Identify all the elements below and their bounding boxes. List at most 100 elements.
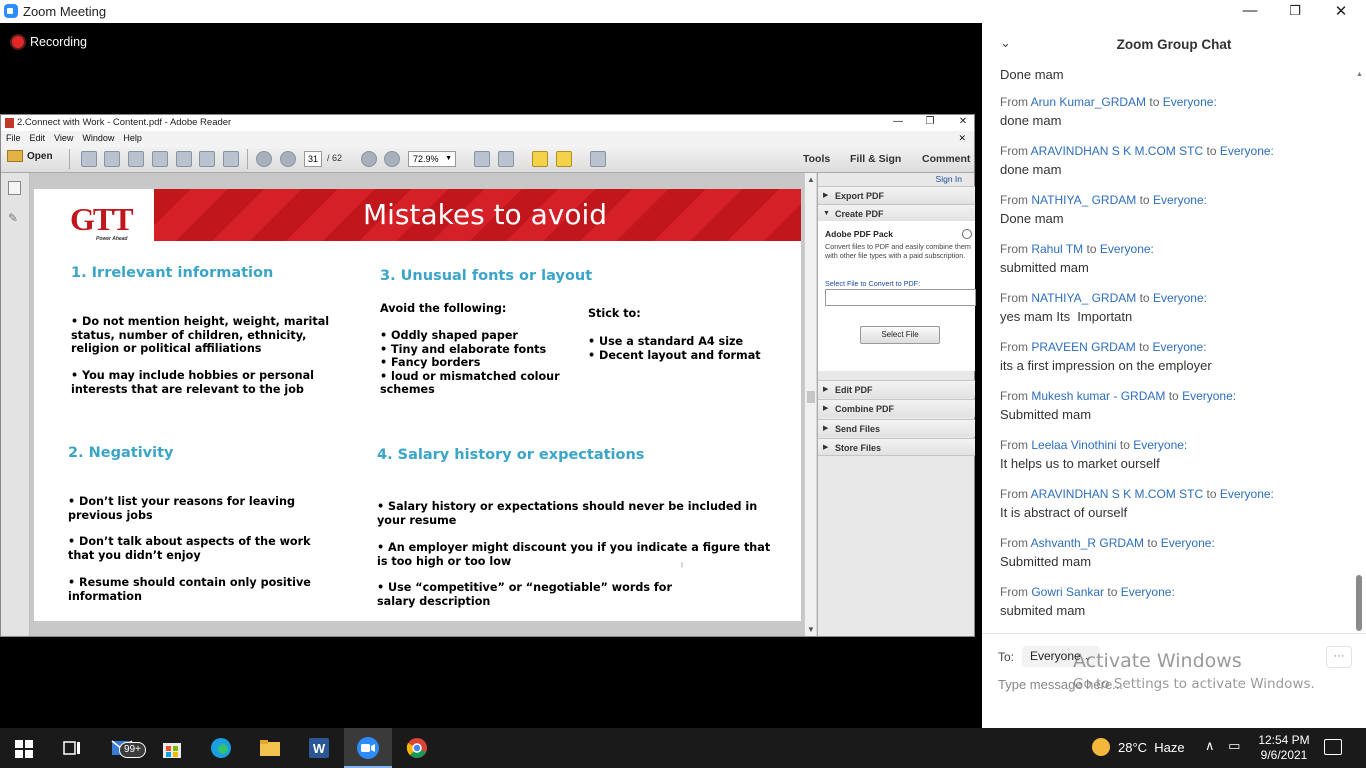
fit-page-icon[interactable] <box>474 151 490 167</box>
edit-pdf-label: Edit PDF <box>835 385 873 395</box>
combine-pdf-panel[interactable]: ▶ Combine PDF <box>818 399 975 417</box>
reader-restore-button[interactable]: ❐ <box>915 116 945 127</box>
zoom-taskbar-button[interactable] <box>344 728 392 768</box>
combine-icon[interactable] <box>104 151 120 167</box>
comment-button[interactable]: Comment <box>922 153 970 165</box>
zoom-out-icon[interactable] <box>361 151 377 167</box>
page-number-input[interactable]: 31 <box>304 151 322 167</box>
edit-pdf-panel[interactable]: ▶ Edit PDF <box>818 380 975 398</box>
tools-button[interactable]: Tools <box>803 153 830 165</box>
recipient-name[interactable]: Everyone: <box>1100 242 1154 256</box>
send-files-panel[interactable]: ▶ Send Files <box>818 419 975 437</box>
message-meta: From NATHIYA_ GRDAM to Everyone: <box>1000 290 1350 306</box>
menu-help[interactable]: Help <box>123 133 142 143</box>
document-scrollbar[interactable]: ▲ ▼ <box>804 173 816 636</box>
menu-window[interactable]: Window <box>82 133 114 143</box>
sender-name[interactable]: Arun Kumar_GRDAM <box>1031 95 1146 109</box>
start-button[interactable] <box>15 740 33 758</box>
scroll-down-icon[interactable]: ▼ <box>807 625 815 634</box>
select-file-button[interactable]: Select File <box>860 326 940 344</box>
sender-name[interactable]: Gowri Sankar <box>1031 585 1104 599</box>
recipient-name[interactable]: Everyone: <box>1220 487 1274 501</box>
recipient-name[interactable]: Everyone: <box>1163 95 1217 109</box>
recording-indicator[interactable]: Recording <box>12 35 87 49</box>
next-page-icon[interactable] <box>280 151 296 167</box>
previous-page-icon[interactable] <box>256 151 272 167</box>
zoom-level-select[interactable]: 72.9% ▼ <box>408 151 456 167</box>
fullscreen-icon[interactable] <box>590 151 606 167</box>
chevron-up-icon[interactable]: ∧ <box>1205 738 1215 753</box>
menu-view[interactable]: View <box>54 133 73 143</box>
page-thumbnails-icon[interactable] <box>8 181 21 195</box>
task-view-icon[interactable] <box>60 736 84 760</box>
close-document-icon[interactable]: ✕ <box>958 131 966 145</box>
chat-scroll-thumb[interactable] <box>1356 575 1362 631</box>
sender-name[interactable]: ARAVINDHAN S K M.COM STC <box>1031 487 1203 501</box>
weather-widget[interactable]: 28°C Haze <box>1092 738 1185 756</box>
file-path-field[interactable] <box>825 289 976 306</box>
store-files-panel[interactable]: ▶ Store Files <box>818 438 975 456</box>
sign-in-link[interactable]: Sign In <box>936 174 962 184</box>
menu-file[interactable]: File <box>6 133 21 143</box>
sender-name[interactable]: NATHIYA_ GRDAM <box>1031 193 1136 207</box>
print-icon[interactable] <box>199 151 215 167</box>
section-3-heading: 3. Unusual fonts or layout <box>380 268 593 284</box>
scroll-up-icon[interactable]: ▲ <box>807 175 815 184</box>
sender-name[interactable]: ARAVINDHAN S K M.COM STC <box>1031 144 1203 158</box>
info-icon[interactable] <box>962 229 972 239</box>
clock[interactable]: 12:54 PM 9/6/2021 <box>1250 733 1318 763</box>
save-icon[interactable] <box>176 151 192 167</box>
recipient-name[interactable]: Everyone: <box>1133 438 1187 452</box>
menu-edit[interactable]: Edit <box>30 133 46 143</box>
system-tray[interactable]: ∧ ▭ <box>1205 738 1240 754</box>
recipient-name[interactable]: Everyone: <box>1153 340 1207 354</box>
open-button[interactable]: Open <box>7 150 53 162</box>
sender-name[interactable]: Ashvanth_R GRDAM <box>1031 536 1144 550</box>
chrome-icon[interactable] <box>405 736 429 760</box>
sender-name[interactable]: Leelaa Vinothini <box>1031 438 1116 452</box>
sender-name[interactable]: NATHIYA_ GRDAM <box>1031 291 1136 305</box>
close-button[interactable]: ✕ <box>1318 2 1364 20</box>
network-icon[interactable]: ▭ <box>1228 738 1240 753</box>
section-1-bullet-1: • Do not mention height, weight, marital… <box>71 315 330 355</box>
navigation-rail: ✎ <box>1 173 30 636</box>
highlight-icon[interactable] <box>556 151 572 167</box>
scroll-up-icon[interactable]: ▲ <box>1356 71 1363 78</box>
sender-name[interactable]: Rahul TM <box>1031 242 1083 256</box>
text-cursor-icon <box>681 562 683 568</box>
recipient-name[interactable]: Everyone: <box>1161 536 1215 550</box>
recipient-name[interactable]: Everyone: <box>1182 389 1236 403</box>
notification-center-icon[interactable] <box>1324 739 1342 755</box>
store-icon[interactable] <box>160 736 184 760</box>
reader-minimize-button[interactable]: — <box>883 116 913 127</box>
more-options-button[interactable]: ··· <box>1326 646 1352 668</box>
recipient-name[interactable]: Everyone: <box>1153 193 1207 207</box>
chat-scrollbar[interactable]: ▲ <box>1356 67 1363 633</box>
minimize-button[interactable]: — <box>1227 2 1273 19</box>
create-pdf-icon[interactable] <box>81 151 97 167</box>
create-pdf-panel[interactable]: ▼ Create PDF <box>818 204 975 222</box>
scroll-thumb[interactable] <box>807 391 815 403</box>
reader-close-button[interactable]: ✕ <box>948 116 978 127</box>
restore-button[interactable]: ❐ <box>1272 3 1318 19</box>
word-icon[interactable]: W <box>307 736 331 760</box>
recipient-name[interactable]: Everyone: <box>1220 144 1274 158</box>
edit-icon[interactable] <box>128 151 144 167</box>
sender-name[interactable]: PRAVEEN GRDAM <box>1031 340 1135 354</box>
chevron-right-icon: ▶ <box>823 192 829 199</box>
recipient-name[interactable]: Everyone: <box>1121 585 1175 599</box>
email-icon[interactable] <box>223 151 239 167</box>
activate-subtitle: Go to Settings to activate Windows. <box>1073 676 1315 692</box>
recipient-name[interactable]: Everyone: <box>1153 291 1207 305</box>
upload-cloud-icon[interactable] <box>152 151 168 167</box>
message-text: submited mam <box>1000 603 1086 618</box>
sender-name[interactable]: Mukesh kumar - GRDAM <box>1031 389 1165 403</box>
file-explorer-icon[interactable] <box>258 736 282 760</box>
attachments-icon[interactable]: ✎ <box>8 211 21 225</box>
sticky-note-icon[interactable] <box>532 151 548 167</box>
export-pdf-panel[interactable]: ▶ Export PDF <box>818 186 975 204</box>
zoom-in-icon[interactable] <box>384 151 400 167</box>
fit-width-icon[interactable] <box>498 151 514 167</box>
edge-browser-icon[interactable] <box>209 736 233 760</box>
fill-sign-button[interactable]: Fill & Sign <box>850 153 901 165</box>
